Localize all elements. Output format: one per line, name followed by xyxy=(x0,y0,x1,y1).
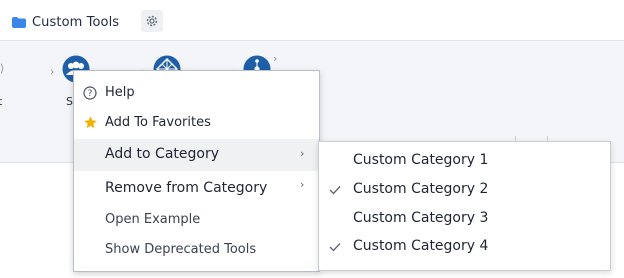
submenu-item-label: Custom Category 4 xyxy=(353,238,489,254)
svg-text:?: ? xyxy=(88,89,93,99)
star-icon xyxy=(82,114,98,130)
submenu-item-custom-category-2[interactable]: Custom Category 2 xyxy=(319,176,610,204)
menu-item-add-favorites[interactable]: Add To Favorites xyxy=(74,111,319,135)
tool-label: t xyxy=(0,95,3,108)
menu-item-label: Open Example xyxy=(105,212,201,227)
menu-item-label: Add to Category xyxy=(105,146,220,162)
menu-item-open-example[interactable]: Open Example xyxy=(74,208,319,234)
menu-item-remove-from-category[interactable]: Remove from Category › xyxy=(74,173,319,205)
gear-icon xyxy=(146,15,158,27)
help-icon: ? xyxy=(82,85,98,101)
category-submenu: Custom Category 1 Custom Category 2 Cust… xyxy=(318,141,611,271)
submenu-item-custom-category-4[interactable]: Custom Category 4 xyxy=(319,233,610,261)
menu-item-add-to-category[interactable]: Add to Category › xyxy=(74,139,319,171)
submenu-item-label: Custom Category 2 xyxy=(353,181,489,197)
submenu-item-label: Custom Category 3 xyxy=(353,210,489,226)
checkmark-icon xyxy=(328,176,342,204)
checkmark-icon xyxy=(328,233,342,261)
tab-settings-button[interactable] xyxy=(141,10,163,32)
tab-custom-tools[interactable]: Custom Tools xyxy=(12,12,119,32)
menu-item-label: Show Deprecated Tools xyxy=(105,242,257,257)
submenu-item-custom-category-3[interactable]: Custom Category 3 xyxy=(319,205,610,233)
chevron-right-icon: ⟩ xyxy=(0,62,5,75)
menu-item-show-deprecated[interactable]: Show Deprecated Tools xyxy=(74,238,319,264)
chevron-right-icon: › xyxy=(300,147,305,160)
context-menu: ? Help Add To Favorites Add to Category … xyxy=(73,70,320,272)
menu-item-label: Remove from Category xyxy=(105,180,268,196)
submenu-item-label: Custom Category 1 xyxy=(353,152,489,168)
folder-icon xyxy=(12,16,26,28)
menu-item-label: Add To Favorites xyxy=(105,115,211,130)
chevron-right-icon: › xyxy=(273,52,278,65)
menu-item-help[interactable]: ? Help xyxy=(74,81,319,105)
chevron-right-icon: › xyxy=(50,65,55,78)
tab-bar: Custom Tools xyxy=(0,0,624,40)
tool-label: S xyxy=(66,95,73,108)
tab-label: Custom Tools xyxy=(32,14,120,30)
submenu-item-custom-category-1[interactable]: Custom Category 1 xyxy=(319,147,610,175)
menu-item-label: Help xyxy=(105,85,135,100)
chevron-right-icon: › xyxy=(300,178,305,191)
